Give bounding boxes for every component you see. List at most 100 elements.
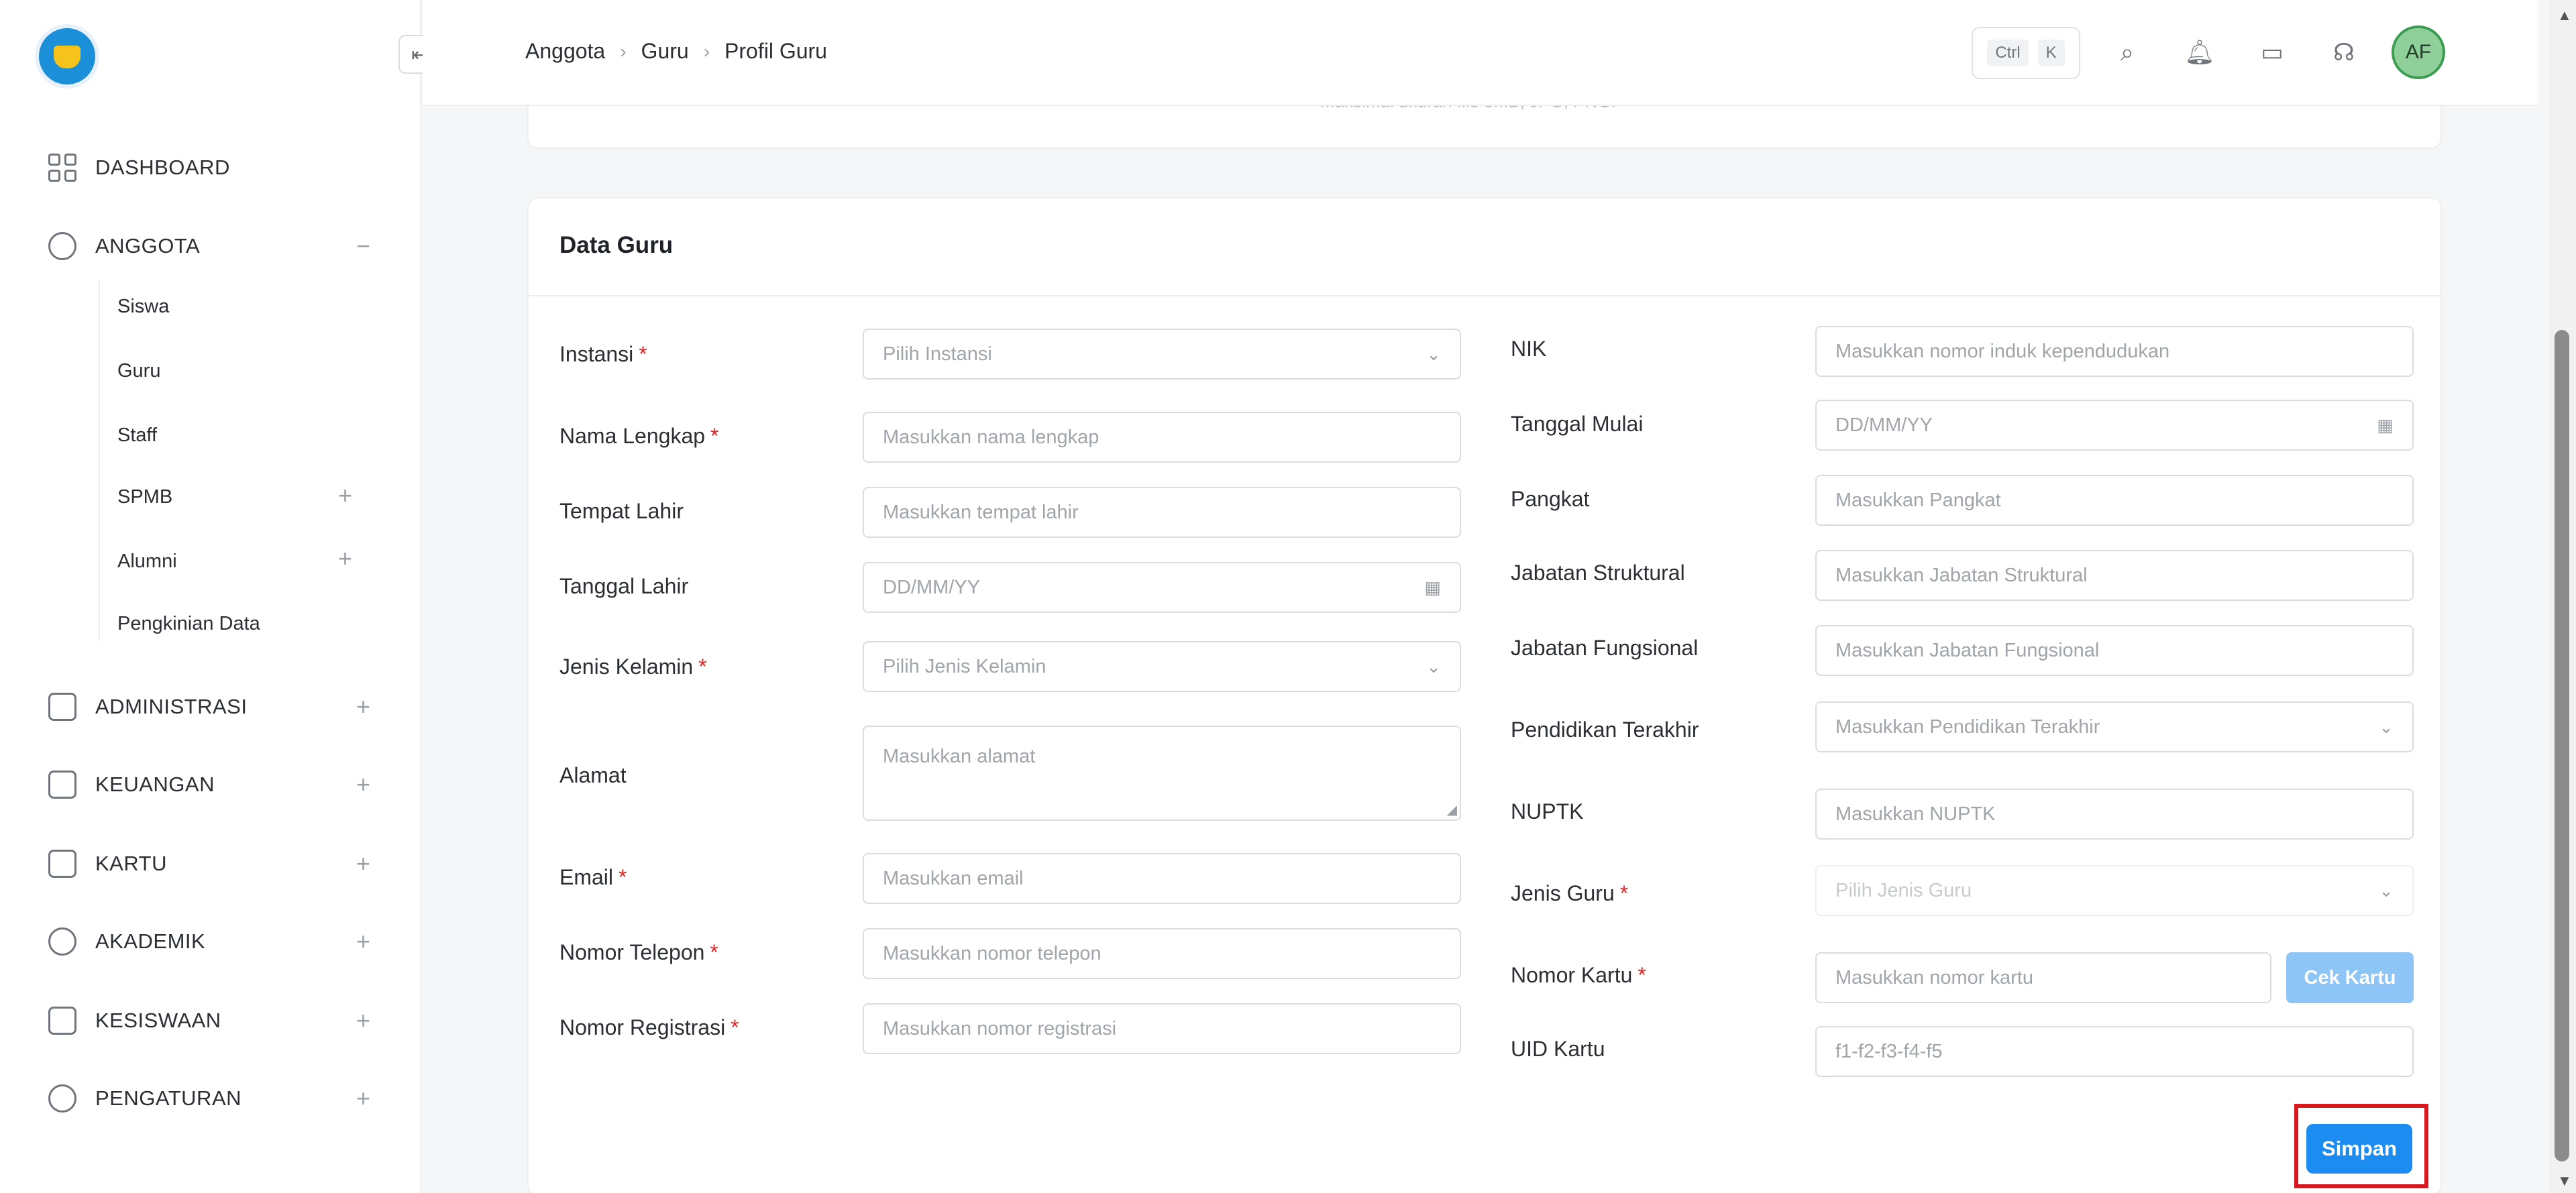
expand-icon[interactable]: +	[338, 481, 352, 510]
sidebar-item-dashboard[interactable]: DASHBOARD	[48, 148, 370, 188]
label-jabatan-fungsional: Jabatan Fungsional	[1511, 636, 1699, 660]
label-pangkat: Pangkat	[1511, 487, 1590, 511]
chevron-down-icon: ⌄	[2379, 716, 2394, 737]
breadcrumb-guru[interactable]: Guru	[641, 39, 689, 64]
nama-lengkap-input[interactable]: Masukkan nama lengkap	[863, 412, 1461, 463]
tanggal-mulai-input[interactable]: DD/MM/YY ▦	[1815, 400, 2414, 451]
sidebar-item-anggota[interactable]: ANGGOTA −	[48, 226, 370, 266]
pendidikan-terakhir-select[interactable]: Masukkan Pendidikan Terakhir ⌄	[1815, 701, 2414, 752]
sidebar-subitem-alumni[interactable]: Alumni	[117, 545, 177, 578]
breadcrumb: Anggota › Guru › Profil Guru	[525, 39, 827, 64]
scroll-up-icon[interactable]: ▲	[2557, 7, 2572, 24]
gear-icon	[48, 1084, 76, 1113]
alamat-textarea[interactable]: Masukkan alamat ◢	[863, 726, 1461, 821]
submenu-line	[99, 279, 100, 641]
monitor-icon[interactable]: ▭	[2257, 38, 2287, 67]
sidebar-item-label: PENGATURAN	[95, 1086, 242, 1110]
chevron-right-icon: ›	[620, 40, 627, 62]
tempat-lahir-input[interactable]: Masukkan tempat lahir	[863, 487, 1461, 538]
uid-kartu-input[interactable]: f1-f2-f3-f4-f5	[1815, 1026, 2414, 1077]
sidebar-subitem-pengkinian-data[interactable]: Pengkinian Data	[117, 607, 260, 640]
label-nuptk: NUPTK	[1511, 799, 1584, 823]
label-uid-kartu: UID Kartu	[1511, 1037, 1605, 1061]
expand-icon[interactable]: +	[356, 693, 370, 721]
data-guru-card: Data Guru Instansi * Pilih Instansi ⌄ Nama…	[527, 197, 2442, 1193]
search-icon[interactable]: ⌕	[2112, 38, 2142, 67]
grid-icon	[48, 154, 76, 182]
resize-handle-icon: ◢	[1446, 803, 1457, 817]
sidebar-subitem-guru[interactable]: Guru	[117, 354, 160, 388]
instansi-select[interactable]: Pilih Instansi ⌄	[863, 329, 1461, 380]
label-alamat: Alamat	[559, 763, 627, 787]
student-icon	[48, 1007, 76, 1035]
nomor-telepon-input[interactable]: Masukkan nomor telepon	[863, 928, 1461, 979]
app-logo	[35, 24, 99, 89]
label-jabatan-struktural: Jabatan Struktural	[1511, 561, 1685, 585]
kbd-k: K	[2037, 40, 2065, 66]
calendar-icon: ▦	[2377, 414, 2394, 435]
sidebar-subitem-staff[interactable]: Staff	[117, 418, 157, 452]
nomor-kartu-input[interactable]: Masukkan nomor kartu	[1815, 952, 2271, 1003]
label-jenis-kelamin: Jenis Kelamin *	[559, 655, 707, 679]
breadcrumb-anggota[interactable]: Anggota	[525, 39, 605, 64]
chevron-down-icon: ⌄	[1426, 656, 1441, 677]
sidebar-item-pengaturan[interactable]: PENGATURAN +	[48, 1078, 370, 1119]
collapse-icon[interactable]: −	[356, 232, 370, 260]
card-title: Data Guru	[559, 232, 674, 258]
expand-icon[interactable]: +	[356, 1007, 370, 1035]
sidebar-item-kesiswaan[interactable]: KESISWAAN +	[48, 1001, 370, 1041]
sidebar-item-label: ADMINISTRASI	[95, 695, 248, 718]
chevron-right-icon: ›	[703, 40, 710, 62]
jenis-guru-select[interactable]: Pilih Jenis Guru ⌄	[1815, 865, 2414, 916]
sidebar-subitem-siswa[interactable]: Siswa	[117, 290, 169, 323]
expand-icon[interactable]: +	[338, 545, 352, 573]
sidebar-item-administrasi[interactable]: ADMINISTRASI +	[48, 687, 370, 727]
sidebar-item-label: AKADEMIK	[95, 929, 206, 953]
cek-kartu-button[interactable]: Cek Kartu	[2286, 952, 2414, 1003]
label-tanggal-lahir: Tanggal Lahir	[559, 574, 689, 598]
chevron-down-icon: ⌄	[1426, 343, 1441, 364]
nik-input[interactable]: Masukkan nomor induk kependudukan	[1815, 326, 2414, 377]
headset-icon[interactable]: ☊	[2329, 38, 2359, 67]
chevron-down-icon: ⌄	[2379, 880, 2394, 901]
jabatan-fungsional-input[interactable]: Masukkan Jabatan Fungsional	[1815, 625, 2414, 676]
breadcrumb-current: Profil Guru	[724, 39, 827, 63]
tanggal-lahir-input[interactable]: DD/MM/YY ▦	[863, 562, 1461, 613]
label-instansi: Instansi *	[559, 342, 647, 366]
label-email: Email *	[559, 865, 627, 889]
academic-icon	[48, 927, 76, 956]
command-palette-button[interactable]: Ctrl K	[1972, 27, 2080, 79]
email-input[interactable]: Masukkan email	[863, 853, 1461, 904]
label-nomor-registrasi: Nomor Registrasi *	[559, 1015, 739, 1039]
nomor-registrasi-input[interactable]: Masukkan nomor registrasi	[863, 1003, 1461, 1054]
nuptk-input[interactable]: Masukkan NUPTK	[1815, 789, 2414, 840]
wallet-icon	[48, 771, 76, 799]
calendar-icon: ▦	[1424, 577, 1441, 598]
scroll-down-icon[interactable]: ▼	[2557, 1172, 2572, 1190]
expand-icon[interactable]: +	[356, 850, 370, 878]
label-pendidikan-terakhir: Pendidikan Terakhir	[1511, 718, 1699, 742]
avatar[interactable]: AF	[2392, 25, 2445, 79]
card-icon	[48, 850, 76, 878]
sidebar-item-label: KESISWAAN	[95, 1009, 221, 1032]
sidebar-item-kartu[interactable]: KARTU +	[48, 844, 370, 884]
expand-icon[interactable]: +	[356, 1084, 370, 1113]
pangkat-input[interactable]: Masukkan Pangkat	[1815, 475, 2414, 526]
label-tanggal-mulai: Tanggal Mulai	[1511, 412, 1644, 436]
sidebar-item-keuangan[interactable]: KEUANGAN +	[48, 764, 370, 805]
jabatan-struktural-input[interactable]: Masukkan Jabatan Struktural	[1815, 550, 2414, 601]
sidebar-subitem-spmb[interactable]: SPMB	[117, 480, 172, 514]
scrollbar-thumb[interactable]	[2555, 330, 2569, 1161]
expand-icon[interactable]: +	[356, 927, 370, 956]
bell-icon[interactable]: 🔔︎	[2184, 38, 2215, 67]
sidebar-item-akademik[interactable]: AKADEMIK +	[48, 921, 370, 962]
jenis-kelamin-select[interactable]: Pilih Jenis Kelamin ⌄	[863, 641, 1461, 692]
kbd-ctrl: Ctrl	[1987, 40, 2029, 66]
label-tempat-lahir: Tempat Lahir	[559, 499, 684, 523]
label-jenis-guru: Jenis Guru *	[1511, 881, 1629, 905]
users-icon	[48, 232, 76, 260]
topbar: Anggota › Guru › Profil Guru Ctrl K ⌕ 🔔︎…	[423, 0, 2538, 106]
sidebar-item-label: KEUANGAN	[95, 773, 215, 796]
highlight-box	[2294, 1104, 2428, 1188]
expand-icon[interactable]: +	[356, 771, 370, 799]
